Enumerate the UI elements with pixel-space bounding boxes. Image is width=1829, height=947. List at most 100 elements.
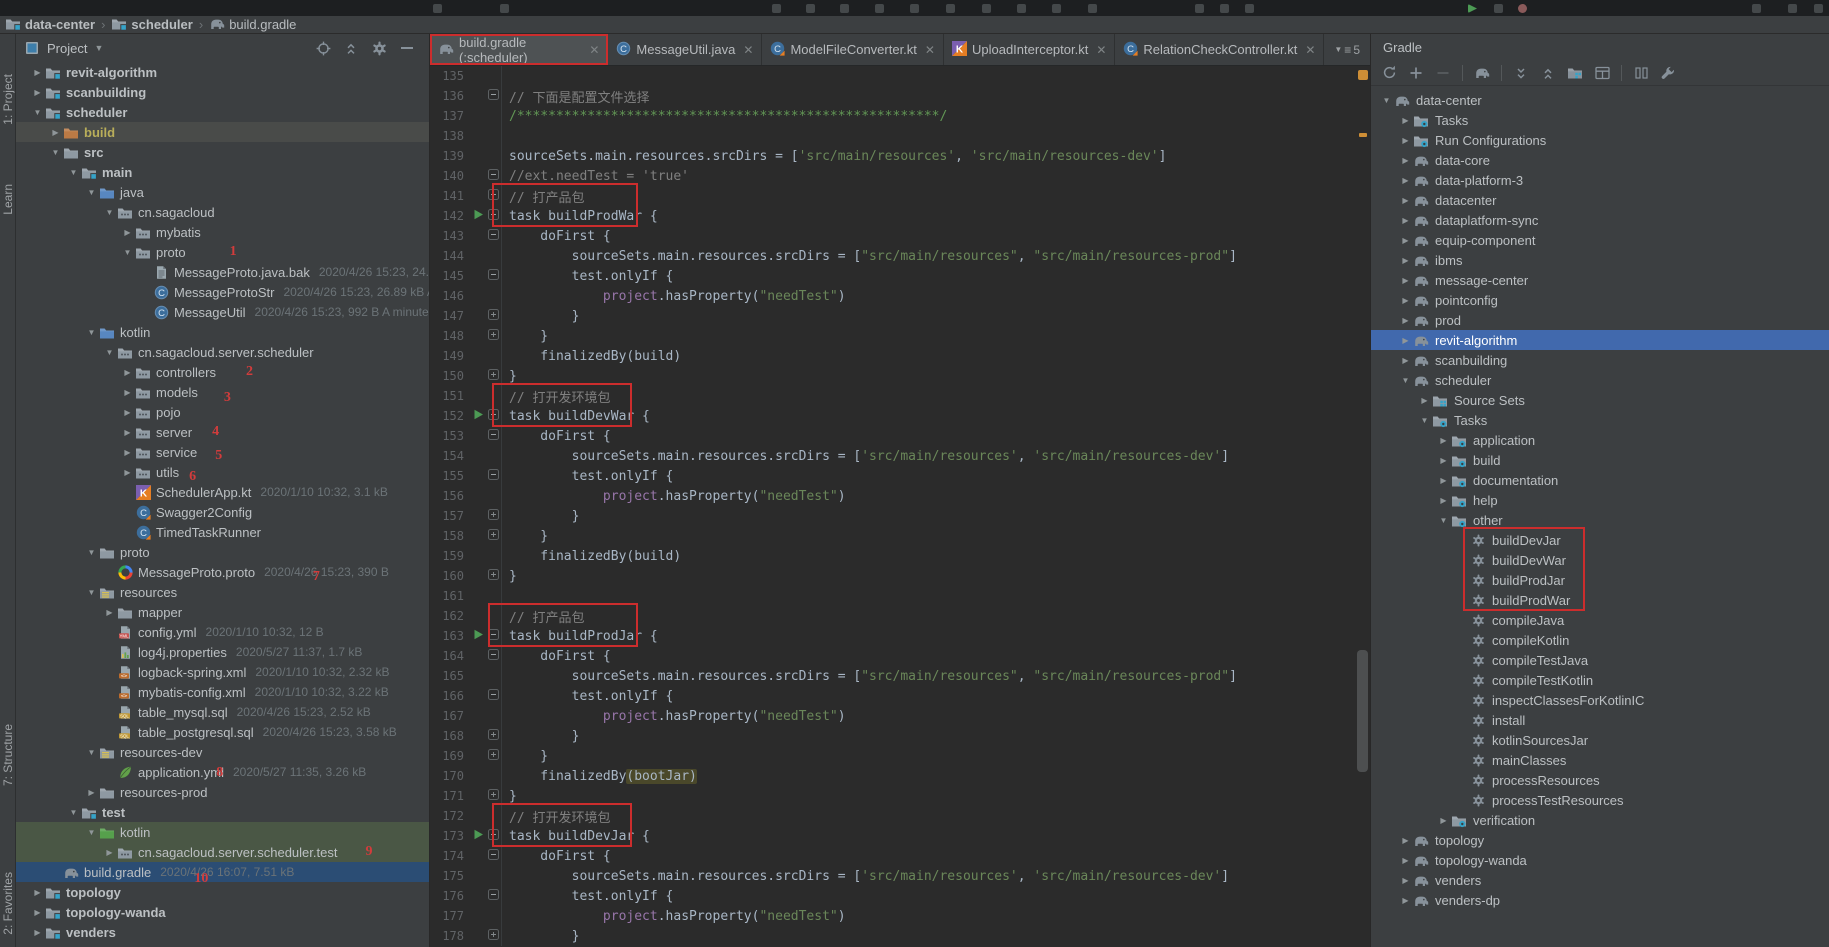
chevron-right-icon[interactable]: ▶ xyxy=(1436,816,1451,825)
tree-row[interactable]: ▼src xyxy=(16,142,429,162)
code-line[interactable]: 175 sourceSets.main.resources.srcDirs = … xyxy=(430,866,1370,886)
code-line[interactable]: 141// 打产品包 xyxy=(430,186,1370,206)
toolbar-button-icon[interactable] xyxy=(840,4,849,13)
run-task-icon[interactable] xyxy=(473,829,484,844)
collapse-all-icon[interactable] xyxy=(343,40,359,56)
chevron-right-icon[interactable]: ▶ xyxy=(1398,896,1413,905)
tree-row[interactable]: SQLtable_postgresql.sql2020/4/26 15:23, … xyxy=(16,722,429,742)
gradle-tree-row[interactable]: ▶Tasks xyxy=(1371,110,1829,130)
toolbar-button-icon[interactable] xyxy=(1814,4,1823,13)
tree-row[interactable]: ▶revit-algorithm xyxy=(16,62,429,82)
chevron-right-icon[interactable]: ▶ xyxy=(1398,316,1413,325)
run-task-icon[interactable] xyxy=(473,409,484,424)
tree-row[interactable]: ▼proto1 xyxy=(16,242,429,262)
chevron-right-icon[interactable]: ▶ xyxy=(120,228,135,237)
close-icon[interactable]: ✕ xyxy=(589,43,599,57)
chevron-right-icon[interactable]: ▶ xyxy=(1436,476,1451,485)
chevron-right-icon[interactable]: ▶ xyxy=(120,408,135,417)
split-button[interactable] xyxy=(1633,65,1649,81)
chevron-right-icon[interactable]: ▶ xyxy=(1436,456,1451,465)
chevron-down-icon[interactable]: ▼ xyxy=(84,548,99,557)
tree-row[interactable]: YMLconfig.yml2020/1/10 10:32, 12 B xyxy=(16,622,429,642)
fold-icon[interactable] xyxy=(488,529,499,544)
toolbar-button-icon[interactable] xyxy=(1245,4,1254,13)
remove-button[interactable] xyxy=(1435,65,1451,81)
code-line[interactable]: 143 doFirst { xyxy=(430,226,1370,246)
tool-window-stripe-button[interactable]: Learn xyxy=(1,184,15,215)
close-icon[interactable]: ✕ xyxy=(1305,43,1315,57)
code-line[interactable]: 162// 打产品包 xyxy=(430,606,1370,626)
gradle-tree-row[interactable]: ▶scanbuilding xyxy=(1371,350,1829,370)
toolbar-button-icon[interactable] xyxy=(1017,4,1026,13)
fold-icon[interactable] xyxy=(488,729,499,744)
project-view-title[interactable]: Project xyxy=(47,41,87,56)
chevron-down-icon[interactable]: ▼ xyxy=(1398,376,1413,385)
gradle-tree-row[interactable]: install xyxy=(1371,710,1829,730)
tree-row[interactable]: ▶controllers2 xyxy=(16,362,429,382)
fold-icon[interactable] xyxy=(488,209,499,224)
chevron-down-icon[interactable]: ▼ xyxy=(84,188,99,197)
tree-row[interactable]: <>logback-spring.xml2020/1/10 10:32, 2.3… xyxy=(16,662,429,682)
tree-row[interactable]: ▶service5 xyxy=(16,442,429,462)
gradle-tree-row[interactable]: processTestResources xyxy=(1371,790,1829,810)
chevron-right-icon[interactable]: ▶ xyxy=(1436,496,1451,505)
tree-row[interactable]: ▶topology xyxy=(16,882,429,902)
chevron-right-icon[interactable]: ▶ xyxy=(1398,356,1413,365)
chevron-down-icon[interactable]: ▼ xyxy=(120,248,135,257)
gradle-tree-row[interactable]: ▶Run Configurations xyxy=(1371,130,1829,150)
tree-row[interactable]: ▶cn.sagacloud.server.scheduler.test9 xyxy=(16,842,429,862)
chevron-right-icon[interactable]: ▶ xyxy=(1398,136,1413,145)
tree-row[interactable]: ▶utils6 xyxy=(16,462,429,482)
gradle-tree-row[interactable]: buildProdJar xyxy=(1371,570,1829,590)
fold-icon[interactable] xyxy=(488,649,499,664)
code-line[interactable]: 159 finalizedBy(build) xyxy=(430,546,1370,566)
tree-row[interactable]: build.gradle2020/4/26 16:07, 7.51 kB10 xyxy=(16,862,429,882)
run-icon[interactable] xyxy=(1468,4,1477,13)
toolbar-button-icon[interactable] xyxy=(1788,4,1797,13)
chevron-right-icon[interactable]: ▶ xyxy=(1398,336,1413,345)
tree-row[interactable]: MessageProto.proto2020/4/26 15:23, 390 B… xyxy=(16,562,429,582)
tree-row[interactable]: log4j.properties2020/5/27 11:37, 1.7 kB xyxy=(16,642,429,662)
editor-tab[interactable]: CMessageUtil.java✕ xyxy=(608,34,762,65)
tool-window-stripe-button[interactable]: 7: Structure xyxy=(1,724,15,786)
gradle-button[interactable] xyxy=(1474,65,1490,81)
toolbar-button-icon[interactable] xyxy=(433,4,442,13)
fold-icon[interactable] xyxy=(488,749,499,764)
code-line[interactable]: 137/************************************… xyxy=(430,106,1370,126)
chevron-right-icon[interactable]: ▶ xyxy=(102,608,117,617)
code-line[interactable]: 142task buildProdWar { xyxy=(430,206,1370,226)
gradle-tree-row[interactable]: ▶topology-wanda xyxy=(1371,850,1829,870)
code-line[interactable]: 144 sourceSets.main.resources.srcDirs = … xyxy=(430,246,1370,266)
tree-row[interactable]: ▶build xyxy=(16,122,429,142)
warning-mark-icon[interactable] xyxy=(1359,133,1367,137)
editor-scrollbar-thumb[interactable] xyxy=(1357,650,1368,772)
tree-row[interactable]: ▶pojo xyxy=(16,402,429,422)
code-line[interactable]: 171} xyxy=(430,786,1370,806)
chevron-right-icon[interactable]: ▶ xyxy=(1436,436,1451,445)
gradle-tree-row[interactable]: ▼other xyxy=(1371,510,1829,530)
chevron-right-icon[interactable]: ▶ xyxy=(30,88,45,97)
gradle-tree-row[interactable]: ▶help xyxy=(1371,490,1829,510)
fold-icon[interactable] xyxy=(488,689,499,704)
chevron-down-icon[interactable]: ▼ xyxy=(84,748,99,757)
chevron-right-icon[interactable]: ▶ xyxy=(48,128,63,137)
tree-row[interactable]: ▶server4 xyxy=(16,422,429,442)
code-line[interactable]: 147 } xyxy=(430,306,1370,326)
code-line[interactable]: 139sourceSets.main.resources.srcDirs = [… xyxy=(430,146,1370,166)
chevron-right-icon[interactable]: ▶ xyxy=(30,928,45,937)
code-line[interactable]: 149 finalizedBy(build) xyxy=(430,346,1370,366)
chevron-right-icon[interactable]: ▶ xyxy=(30,888,45,897)
tree-row[interactable]: CMessageProtoStr2020/4/26 15:23, 26.89 k… xyxy=(16,282,429,302)
code-line[interactable]: 140//ext.needTest = 'true' xyxy=(430,166,1370,186)
fold-icon[interactable] xyxy=(488,789,499,804)
chevron-right-icon[interactable]: ▶ xyxy=(1398,156,1413,165)
tree-row[interactable]: ▶models3 xyxy=(16,382,429,402)
code-line[interactable]: 151// 打开发环境包 xyxy=(430,386,1370,406)
hide-icon[interactable] xyxy=(399,40,415,56)
gradle-tree-row[interactable]: ▶Source Sets xyxy=(1371,390,1829,410)
fold-icon[interactable] xyxy=(488,429,499,444)
gradle-tree-row[interactable]: ▼data-center xyxy=(1371,90,1829,110)
gradle-tree-row[interactable]: inspectClassesForKotlinIC xyxy=(1371,690,1829,710)
code-line[interactable]: 170 finalizedBy(bootJar) xyxy=(430,766,1370,786)
inspections-status-icon[interactable] xyxy=(1358,70,1368,80)
